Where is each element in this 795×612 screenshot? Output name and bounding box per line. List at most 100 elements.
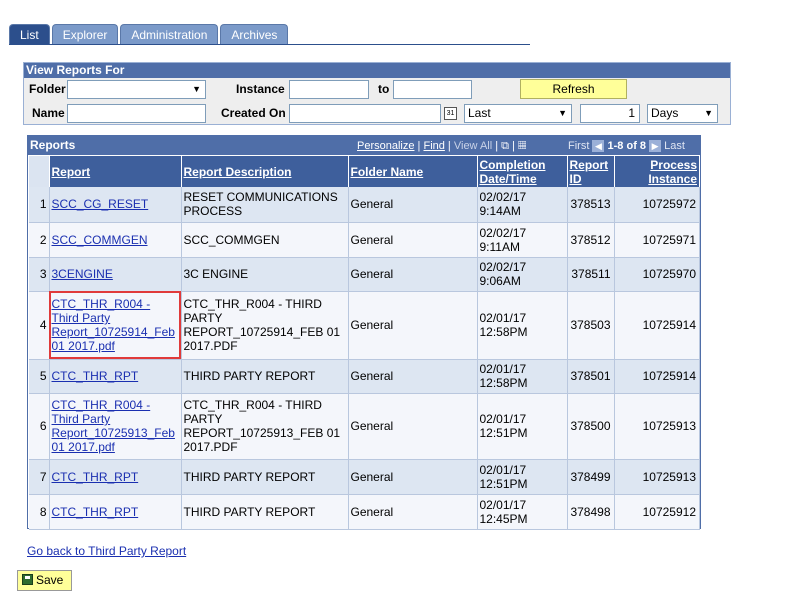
completion-date: 02/02/17	[479, 225, 527, 240]
find-link[interactable]: Find	[423, 140, 444, 152]
grid-tools: Personalize | Find | View All | ⧉ | ▦	[357, 140, 527, 152]
report-description: THIRD PARTY REPORT	[181, 359, 349, 394]
grid-header: Reports Personalize | Find | View All | …	[28, 136, 700, 155]
view-all-link[interactable]: View All	[454, 140, 492, 152]
report-id: 378499	[567, 459, 615, 495]
row-number: 3	[29, 257, 50, 292]
process-instance: 10725972	[614, 187, 700, 223]
save-icon	[22, 574, 33, 585]
go-back-link[interactable]: Go back to Third Party Report	[27, 544, 186, 558]
name-input[interactable]	[67, 104, 206, 123]
completion-date: 02/01/17	[479, 311, 527, 325]
chevron-down-icon: ▼	[704, 108, 713, 118]
description-column-header[interactable]: Report Description	[181, 156, 349, 187]
report-id: 378501	[567, 359, 615, 394]
folder-select[interactable]: ▼	[67, 80, 206, 99]
report-column-header[interactable]: Report	[49, 156, 182, 187]
report-link[interactable]: CTC_THR_RPT	[52, 505, 139, 519]
row-number: 5	[29, 359, 50, 394]
report-link-cell[interactable]: 3CENGINE	[49, 257, 182, 292]
tab-archives[interactable]: Archives	[220, 24, 289, 45]
reports-table: Report Report Description Folder Name Co…	[29, 156, 700, 530]
table-row: 2 SCC_COMMGEN SCC_COMMGEN General 02/02/17 9:…	[29, 222, 700, 258]
zoom-icon[interactable]: ⧉	[501, 140, 509, 152]
created-on-input[interactable]	[289, 104, 441, 123]
criteria-title: View Reports For	[24, 63, 730, 78]
process-instance: 10725913	[614, 393, 700, 460]
completion-datetime: 02/01/17 12:45PM	[477, 494, 568, 530]
report-link-cell[interactable]: CTC_THR_R004 - Third Party Report_107259…	[49, 291, 182, 360]
completion-datetime: 02/02/17 9:06AM	[477, 257, 568, 292]
last-link[interactable]: Last	[664, 140, 685, 152]
process-instance-column-header[interactable]: Process Instance	[614, 156, 700, 187]
completion-time: 12:45PM	[479, 511, 528, 526]
report-description: RESET COMMUNICATIONS PROCESS	[181, 187, 349, 223]
completion-time: 12:51PM	[479, 476, 528, 491]
table-row: 4 CTC_THR_R004 - Third Party Report_10725…	[29, 291, 700, 360]
folder-label: Folder	[29, 82, 66, 96]
completion-datetime: 02/01/17 12:51PM	[477, 459, 568, 495]
completion-time: 9:11AM	[479, 239, 520, 254]
report-id: 378503	[567, 291, 615, 360]
row-number: 2	[29, 222, 50, 258]
process-instance: 10725913	[614, 459, 700, 495]
grid-download-icon[interactable]: ▦	[518, 140, 526, 152]
completion-datetime: 02/02/17 9:14AM	[477, 187, 568, 223]
instance-to-input[interactable]	[393, 80, 472, 99]
save-button[interactable]: Save	[17, 570, 72, 591]
table-row: 5 CTC_THR_RPT THIRD PARTY REPORT General 02/…	[29, 359, 700, 394]
grid-title: Reports	[30, 138, 76, 152]
folder-name: General	[348, 222, 478, 258]
folder-column-header[interactable]: Folder Name	[348, 156, 478, 187]
tab-administration[interactable]: Administration	[120, 24, 219, 45]
instance-from-input[interactable]	[289, 80, 369, 99]
calendar-icon[interactable]: 31	[444, 107, 457, 120]
report-link[interactable]: CTC_THR_RPT	[52, 369, 139, 383]
tab-explorer[interactable]: Explorer	[51, 24, 119, 45]
process-instance: 10725912	[614, 494, 700, 530]
refresh-button[interactable]: Refresh	[520, 79, 627, 99]
completion-time: 12:58PM	[479, 325, 528, 339]
report-id-column-header[interactable]: Report ID	[567, 156, 615, 187]
folder-name: General	[348, 393, 478, 460]
view-reports-criteria: View Reports For Folder ▼ Instance to Re…	[23, 62, 731, 125]
report-link-cell[interactable]: CTC_THR_RPT	[49, 459, 182, 495]
process-instance: 10725914	[614, 291, 700, 360]
next-arrow-icon[interactable]: ▶	[649, 140, 662, 153]
report-link[interactable]: CTC_THR_R004 - Third Party Report_107259…	[52, 398, 175, 454]
completion-column-header[interactable]: Completion Date/Time	[477, 156, 568, 187]
table-row: 7 CTC_THR_RPT THIRD PARTY REPORT General 02/…	[29, 459, 700, 495]
report-link-cell[interactable]: CTC_THR_RPT	[49, 359, 182, 394]
process-instance: 10725971	[614, 222, 700, 258]
table-row: 6 CTC_THR_R004 - Third Party Report_10725…	[29, 393, 700, 460]
report-link[interactable]: SCC_CG_RESET	[52, 197, 149, 211]
completion-date: 02/01/17	[479, 462, 527, 477]
report-id: 378511	[567, 257, 615, 292]
report-link-cell[interactable]: SCC_COMMGEN	[49, 222, 182, 258]
completion-date: 02/01/17	[479, 412, 527, 426]
save-label: Save	[36, 573, 64, 587]
report-link[interactable]: CTC_THR_RPT	[52, 470, 139, 484]
report-link[interactable]: CTC_THR_R004 - Third Party Report_107259…	[52, 297, 175, 353]
process-instance: 10725914	[614, 359, 700, 394]
first-link[interactable]: First	[568, 140, 589, 152]
report-link-cell[interactable]: SCC_CG_RESET	[49, 187, 182, 223]
to-label: to	[378, 82, 390, 96]
unit-select[interactable]: Days ▼	[647, 104, 718, 123]
period-select[interactable]: Last ▼	[464, 104, 572, 123]
created-on-label: Created On	[221, 106, 286, 120]
folder-name: General	[348, 459, 478, 495]
report-link-cell[interactable]: CTC_THR_RPT	[49, 494, 182, 530]
report-id: 378512	[567, 222, 615, 258]
report-link[interactable]: SCC_COMMGEN	[52, 233, 148, 247]
report-link[interactable]: 3CENGINE	[52, 267, 113, 281]
row-number-header	[29, 156, 50, 187]
report-link-cell[interactable]: CTC_THR_R004 - Third Party Report_107259…	[49, 393, 182, 460]
personalize-link[interactable]: Personalize	[357, 140, 414, 152]
report-description: 3C ENGINE	[181, 257, 349, 292]
tab-list[interactable]: List	[9, 24, 50, 45]
completion-time: 9:14AM	[479, 204, 521, 219]
previous-arrow-icon[interactable]: ◀	[592, 140, 605, 153]
count-input[interactable]: 1	[580, 104, 640, 123]
completion-datetime: 02/01/17 12:58PM	[477, 291, 568, 360]
